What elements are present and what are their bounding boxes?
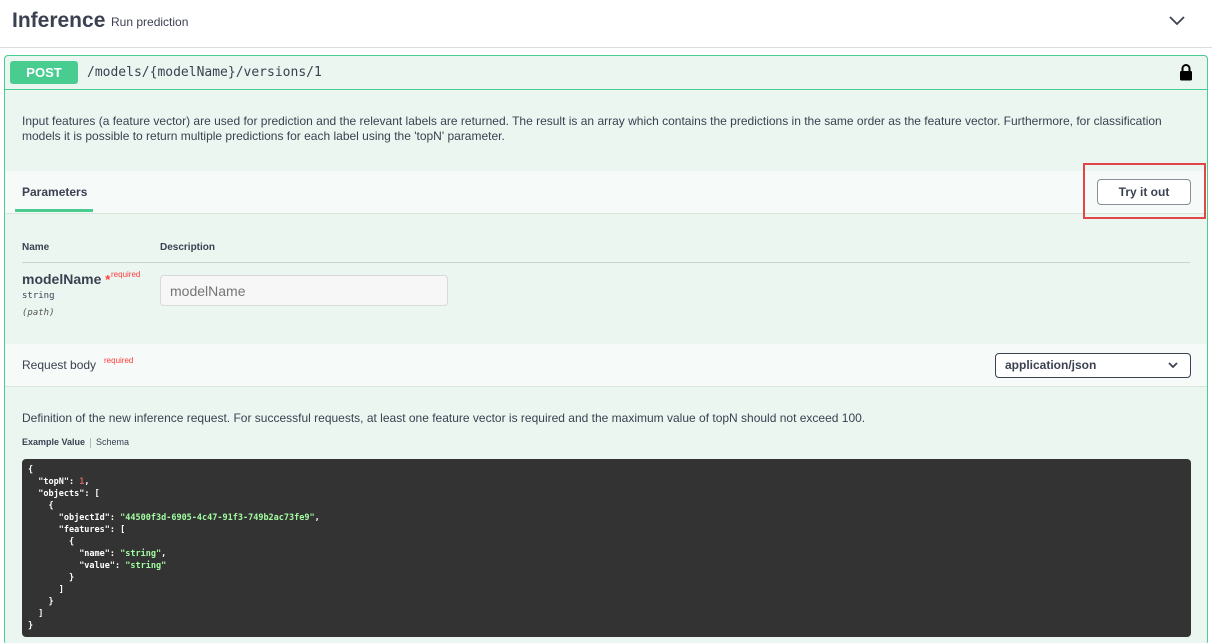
column-header-description: Description (160, 242, 216, 253)
request-body-required: required (104, 356, 134, 365)
code-string: "string" (120, 549, 162, 559)
tag-title: Inference (12, 9, 106, 32)
code-key: "name" (79, 549, 110, 559)
tab-separator (90, 437, 92, 448)
tag-description: Run prediction (111, 15, 189, 29)
parameter-name: modelName * (22, 271, 110, 287)
example-code-block[interactable]: { "topN": 1, "objects": [ { "objectId": … (22, 459, 1191, 637)
operation-path: /models/{modelName}/versions/1 (87, 65, 322, 80)
request-body-description: Definition of the new inference request.… (22, 411, 866, 425)
code-string: "44500f3d-6905-4c47-91f3-749b2ac73fe9" (120, 513, 315, 523)
tab-schema[interactable]: Schema (96, 437, 129, 447)
chevron-down-icon[interactable] (1168, 12, 1186, 30)
operation-block: POST /models/{modelName}/versions/1 Inpu… (4, 55, 1208, 643)
divider (22, 262, 1190, 263)
operation-summary[interactable]: POST /models/{modelName}/versions/1 (5, 56, 1207, 90)
tab-example-value[interactable]: Example Value (22, 437, 85, 447)
code-number: 1 (79, 477, 85, 487)
request-body-title: Request body (22, 358, 97, 372)
code-key: "features" (58, 525, 110, 535)
required-label: required (111, 270, 141, 279)
code-key: "topN" (38, 477, 69, 487)
try-it-out-button[interactable]: Try it out (1097, 179, 1191, 205)
operation-description: Input features (a feature vector) are us… (22, 114, 1162, 143)
code-key: "objectId" (58, 513, 110, 523)
chevron-down-icon (1168, 362, 1178, 369)
parameter-type: string (22, 291, 55, 301)
example-tabs: Example Value Schema (22, 437, 129, 448)
column-header-name: Name (22, 242, 50, 253)
parameters-header: Parameters Try it out (5, 163, 1207, 219)
tab-active-indicator (15, 209, 93, 212)
code-key: "value" (79, 561, 116, 571)
lock-icon[interactable] (1179, 64, 1193, 81)
code-key: "objects" (38, 489, 85, 499)
model-name-input[interactable] (160, 275, 448, 306)
tag-header[interactable]: Inference Run prediction (0, 0, 1212, 48)
code-string: "string" (125, 561, 167, 571)
tab-parameters[interactable]: Parameters (22, 185, 87, 199)
method-badge: POST (10, 61, 78, 84)
required-star: * (105, 272, 111, 287)
parameter-location: (path) (22, 308, 55, 318)
parameter-name-text: modelName (22, 271, 102, 287)
content-type-select[interactable]: application/json (995, 353, 1191, 378)
content-type-value: application/json (1005, 358, 1097, 372)
request-body-header: Request body required application/json (5, 344, 1207, 387)
